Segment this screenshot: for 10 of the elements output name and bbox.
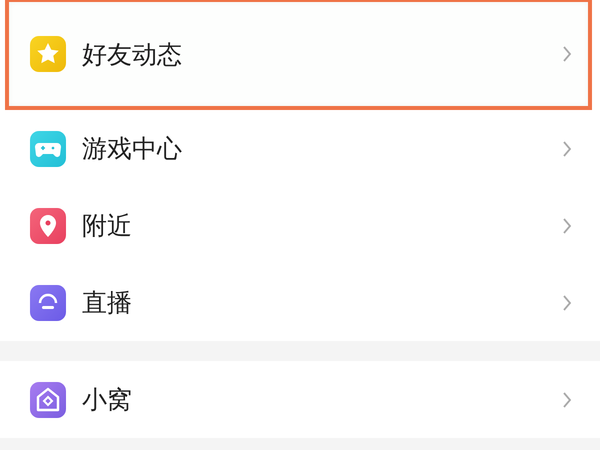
chevron-right-icon <box>562 140 572 158</box>
home-icon <box>30 382 66 418</box>
live-icon <box>30 284 66 320</box>
menu-item[interactable]: 好友动态 <box>5 0 592 110</box>
gamepad-icon <box>30 130 66 166</box>
location-pin-icon <box>30 208 66 244</box>
chevron-right-icon <box>562 390 572 408</box>
chevron-right-icon <box>562 294 572 312</box>
chevron-right-icon <box>562 45 572 63</box>
chevron-right-icon <box>562 216 572 234</box>
